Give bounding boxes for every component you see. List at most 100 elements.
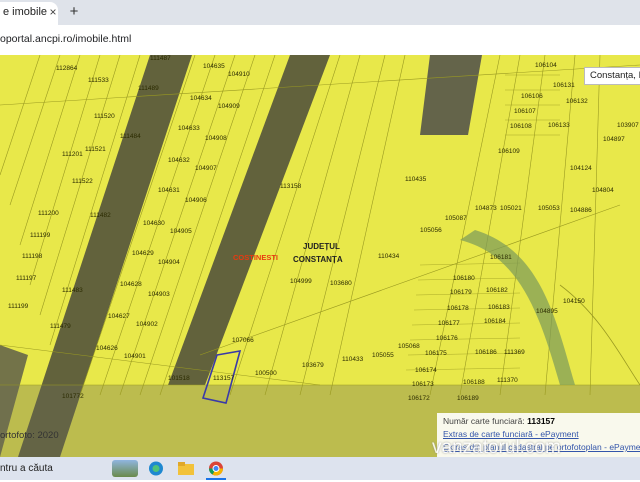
- parcel-number-label: 110433: [342, 356, 364, 363]
- parcel-number-label: 106176: [436, 335, 458, 342]
- parcel-number-label: 106181: [490, 254, 512, 261]
- place-label-constanta: CONSTANȚA: [293, 255, 343, 264]
- parcel-number-label: 104630: [143, 220, 165, 227]
- parcel-number-label: 104903: [148, 291, 170, 298]
- parcel-number-label: 111370: [497, 377, 518, 384]
- parcel-number-label: 111199: [30, 232, 51, 239]
- parcel-number-label: 105087: [445, 215, 467, 222]
- parcel-number-label: 103907: [617, 122, 639, 129]
- parcel-number-label: 105056: [420, 227, 442, 234]
- parcel-number-label: 106183: [488, 304, 510, 311]
- parcel-number-label: 104910: [228, 71, 250, 78]
- watermark: vanzatorul.com: [432, 437, 561, 458]
- tab-title: e imobile: [3, 6, 48, 18]
- parcel-number-label: 106178: [447, 305, 469, 312]
- parcel-number-label: 104895: [536, 308, 558, 315]
- parcel-number-label: 104629: [132, 250, 154, 257]
- parcel-number-label: 106132: [566, 98, 588, 105]
- parcel-number-label: 111479: [50, 323, 71, 330]
- search-field[interactable]: Constanța, R: [584, 67, 640, 85]
- parcel-number-label: 105053: [538, 205, 560, 212]
- edge-icon[interactable]: [147, 460, 165, 477]
- place-label-costinesti: COSTINESTI: [233, 253, 279, 262]
- parcel-number-label: 111198: [22, 253, 43, 260]
- parcel-number-label: 111482: [90, 212, 111, 219]
- orthophoto-label: ortofoto: 2020: [0, 430, 59, 441]
- parcel-number-label: 101518: [168, 375, 190, 382]
- taskbar-search[interactable]: ntru a căuta: [0, 459, 108, 478]
- parcel-number-label: 106180: [453, 275, 475, 282]
- parcel-number-label: 106106: [521, 93, 543, 100]
- parcel-number-label: 104633: [178, 125, 200, 132]
- parcel-number-label: 104908: [205, 135, 227, 142]
- parcel-number-label: 106172: [408, 395, 430, 402]
- taskbar: ntru a căuta: [0, 457, 640, 480]
- parcel-number-label: 111533: [88, 77, 109, 84]
- url-text[interactable]: oportal.ancpi.ro/imobile.html: [0, 33, 131, 45]
- parcel-number-label: 106104: [535, 62, 557, 69]
- parcel-number-label: 104804: [592, 187, 614, 194]
- parcel-number-label: 111483: [62, 287, 83, 294]
- parcel-number-label: 106107: [514, 108, 536, 115]
- parcel-number-label: 106179: [450, 289, 472, 296]
- parcel-number-label: 104627: [108, 313, 130, 320]
- parcel-number-label: 106186: [475, 349, 497, 356]
- parcel-number-label: 104631: [158, 187, 180, 194]
- parcel-number-label: 111522: [72, 178, 93, 185]
- parcel-number-label: 106188: [463, 379, 485, 386]
- parcel-number-label: 104634: [190, 95, 212, 102]
- tab-close-icon[interactable]: ×: [45, 4, 61, 20]
- place-label-judet: JUDEȚUL: [303, 242, 340, 251]
- parcel-number-label: 106182: [486, 287, 508, 294]
- landscape-widget-icon[interactable]: [112, 460, 138, 477]
- parcel-number-label: 106109: [498, 148, 520, 155]
- parcel-number-label: 100500: [255, 370, 277, 377]
- parcel-number-label: 105021: [500, 205, 522, 212]
- parcel-number-label: 104150: [563, 298, 585, 305]
- parcel-number-label: 104626: [96, 345, 118, 352]
- parcel-number-label: 107066: [232, 337, 254, 344]
- parcel-number-label: 111487: [150, 55, 171, 62]
- file-explorer-icon[interactable]: [177, 460, 195, 477]
- carte-funciara-number: 113157: [527, 416, 556, 426]
- parcel-number-label: 104886: [570, 207, 592, 214]
- parcel-number-label: 106177: [438, 320, 460, 327]
- parcel-number-label: 104628: [120, 281, 142, 288]
- parcel-number-label: 103680: [330, 280, 352, 287]
- parcel-number-label: 104902: [136, 321, 158, 328]
- parcel-number-label: 112864: [56, 65, 78, 72]
- parcel-number-label: 111489: [138, 85, 159, 92]
- parcel-number-label: 104904: [158, 259, 180, 266]
- parcel-number-label: 103679: [302, 362, 324, 369]
- parcel-number-label: 106184: [484, 318, 506, 325]
- parcel-number-label: 110434: [378, 253, 400, 260]
- parcel-number-label: 106174: [415, 367, 437, 374]
- parcel-number-label: 104907: [195, 165, 217, 172]
- carte-funciara-label: Număr carte funciară:: [443, 416, 525, 426]
- parcel-number-label: 104909: [218, 103, 240, 110]
- parcel-number-label: 104901: [124, 353, 146, 360]
- parcel-number-label: 111520: [94, 113, 115, 120]
- chrome-icon[interactable]: [207, 460, 225, 477]
- parcel-number-label: 113157: [213, 375, 235, 382]
- parcel-number-label: 104632: [168, 157, 190, 164]
- new-tab-button[interactable]: +: [66, 3, 82, 21]
- parcel-number-label: 104905: [170, 228, 192, 235]
- parcel-number-label: 111484: [120, 133, 141, 140]
- parcel-number-label: 113158: [280, 183, 302, 190]
- parcel-number-label: 104124: [570, 165, 592, 172]
- parcel-number-label: 104906: [185, 197, 207, 204]
- parcel-number-label: 106175: [425, 350, 447, 357]
- parcel-number-label: 111200: [38, 210, 59, 217]
- parcel-number-label: 106173: [412, 381, 434, 388]
- parcel-number-label: 105068: [398, 343, 420, 350]
- parcel-number-label: 106131: [553, 82, 575, 89]
- carte-funciara-row: Număr carte funciară: 113157: [443, 416, 555, 426]
- parcel-number-label: 111199: [8, 303, 29, 310]
- parcel-number-label: 111197: [16, 275, 37, 282]
- cadastral-map[interactable]: Constanța, R COSTINESTI JUDEȚUL CONSTANȚ…: [0, 55, 640, 457]
- parcel-number-label: 104635: [203, 63, 225, 70]
- address-bar[interactable]: oportal.ancpi.ro/imobile.html: [0, 25, 640, 56]
- parcel-number-label: 110435: [405, 176, 427, 183]
- parcel-number-label: 106189: [457, 395, 479, 402]
